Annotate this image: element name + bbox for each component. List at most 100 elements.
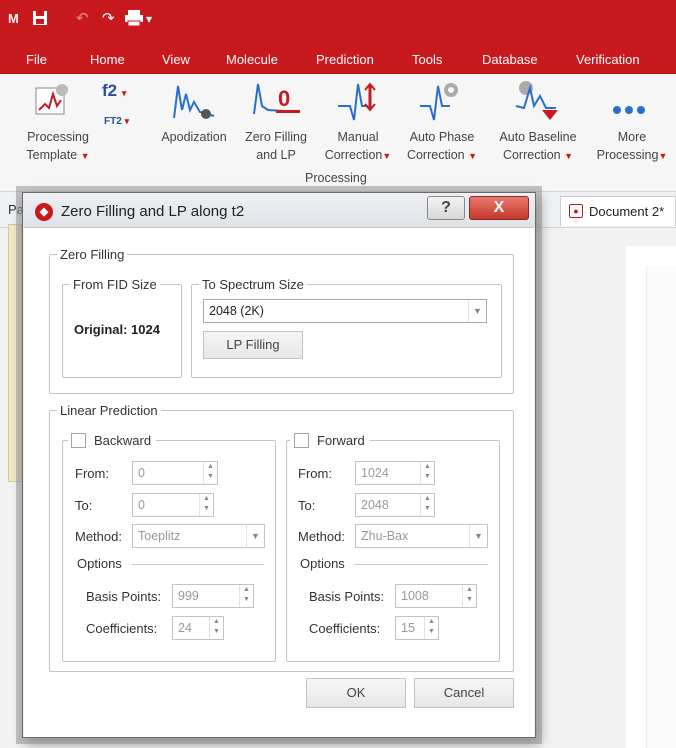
apodization-icon bbox=[172, 80, 216, 127]
quick-access-toolbar: M ↶ ↷ ▾ bbox=[0, 0, 676, 44]
spinner-icon[interactable]: ▲ ▼ bbox=[239, 585, 253, 607]
auto-phase-correction-button[interactable]: Auto Phase Correction ▼ bbox=[402, 128, 482, 165]
linear-prediction-legend: Linear Prediction bbox=[57, 403, 161, 419]
zero-filling-label-2: and LP bbox=[256, 148, 296, 162]
chevron-down-icon[interactable]: ▼ bbox=[246, 525, 264, 547]
backward-coef-input[interactable]: 24 ▲ ▼ bbox=[172, 616, 224, 640]
side-panel bbox=[8, 224, 22, 482]
zero-filling-button[interactable]: Zero Filling and LP bbox=[236, 128, 316, 164]
ribbon-group-label: Processing bbox=[305, 171, 367, 185]
f2-button[interactable]: f2 ▾ bbox=[102, 82, 126, 102]
help-button[interactable]: ? bbox=[427, 196, 465, 220]
app-icon[interactable]: M bbox=[8, 10, 19, 28]
spinner-icon[interactable]: ▲ ▼ bbox=[424, 617, 438, 639]
original-size: Original: 1024 bbox=[74, 322, 160, 337]
zero-filling-label-1: Zero Filling bbox=[245, 130, 307, 144]
menu-prediction[interactable]: Prediction bbox=[316, 52, 374, 67]
forward-coef-value: 15 bbox=[401, 621, 415, 635]
forward-checkbox[interactable] bbox=[294, 433, 309, 448]
zero-filling-icon: 0 bbox=[252, 80, 302, 127]
backward-method-select[interactable]: Toeplitz ▼ bbox=[132, 524, 265, 548]
ok-button[interactable]: OK bbox=[306, 678, 406, 708]
backward-basis-value: 999 bbox=[178, 589, 199, 603]
backward-to-input[interactable]: 0 ▲ ▼ bbox=[132, 493, 214, 517]
forward-to-input[interactable]: 2048 ▲ ▼ bbox=[355, 493, 435, 517]
menu-verification[interactable]: Verification bbox=[576, 52, 640, 67]
chevron-down-icon: ▾ bbox=[121, 88, 127, 98]
menu-file[interactable]: File bbox=[26, 52, 47, 67]
manual-correction-button[interactable]: Manual Correction▼ bbox=[316, 128, 400, 165]
customize-qat-icon[interactable]: ▾ bbox=[146, 10, 152, 28]
spinner-icon[interactable]: ▲ ▼ bbox=[209, 617, 223, 639]
chevron-down-icon: ▼ bbox=[382, 151, 392, 161]
ft2-button[interactable]: FT2 ▾ bbox=[104, 112, 129, 131]
undo-icon[interactable]: ↶ bbox=[76, 10, 89, 28]
more-processing-label-2: Processing bbox=[596, 148, 659, 162]
forward-method-select[interactable]: Zhu-Bax ▼ bbox=[355, 524, 488, 548]
backward-basis-input[interactable]: 999 ▲ ▼ bbox=[172, 584, 254, 608]
more-processing-button[interactable]: More Processing▼ bbox=[590, 128, 674, 165]
chevron-down-icon[interactable]: ▼ bbox=[468, 300, 486, 322]
menu-home[interactable]: Home bbox=[90, 52, 125, 67]
apodization-button[interactable]: Apodization bbox=[154, 128, 234, 146]
forward-coef-label: Coefficients: bbox=[309, 621, 381, 636]
chevron-down-icon[interactable]: ▼ bbox=[469, 525, 487, 547]
backward-coef-label: Coefficients: bbox=[86, 621, 158, 636]
menu-database[interactable]: Database bbox=[482, 52, 538, 67]
forward-to-value: 2048 bbox=[361, 498, 389, 512]
forward-from-value: 1024 bbox=[361, 466, 389, 480]
menu-view[interactable]: View bbox=[162, 52, 190, 67]
spinner-icon[interactable]: ▲ ▼ bbox=[203, 462, 217, 484]
backward-from-input[interactable]: 0 ▲ ▼ bbox=[132, 461, 218, 485]
forward-options-label: Options bbox=[300, 556, 345, 571]
document-icon: ● bbox=[569, 204, 583, 218]
manual-correction-label-2: Correction bbox=[324, 148, 383, 162]
menu-molecule[interactable]: Molecule bbox=[226, 52, 278, 67]
save-icon[interactable] bbox=[32, 10, 48, 31]
spinner-icon[interactable]: ▲ ▼ bbox=[199, 494, 213, 516]
print-icon[interactable] bbox=[124, 10, 144, 31]
spinner-icon[interactable]: ▲ ▼ bbox=[420, 494, 434, 516]
cancel-button[interactable]: Cancel bbox=[414, 678, 514, 708]
processing-template-button[interactable]: Processing Template ▼ bbox=[18, 128, 98, 165]
to-spectrum-legend: To Spectrum Size bbox=[199, 277, 307, 293]
redo-icon[interactable]: ↷ bbox=[102, 10, 115, 28]
options-divider bbox=[132, 564, 264, 565]
forward-basis-input[interactable]: 1008 ▲ ▼ bbox=[395, 584, 477, 608]
from-fid-legend: From FID Size bbox=[70, 277, 160, 293]
forward-from-input[interactable]: 1024 ▲ ▼ bbox=[355, 461, 435, 485]
processing-template-label-2: Template bbox=[26, 148, 78, 162]
auto-baseline-label-2: Correction bbox=[502, 148, 561, 162]
more-processing-label-1: More bbox=[617, 130, 647, 144]
lp-filling-button[interactable]: LP Filling bbox=[203, 331, 303, 359]
forward-basis-value: 1008 bbox=[401, 589, 429, 603]
backward-to-value: 0 bbox=[138, 498, 145, 512]
document-tab[interactable]: ● Document 2* bbox=[560, 196, 676, 226]
f2-label: f2 bbox=[102, 81, 118, 100]
document-tab-label: Document 2* bbox=[589, 204, 665, 219]
backward-to-label: To: bbox=[75, 498, 93, 513]
spectrum-size-value: 2048 (2K) bbox=[209, 304, 264, 318]
forward-to-label: To: bbox=[298, 498, 316, 513]
dialog-title-bar[interactable]: ◆ Zero Filling and LP along t2 ? X bbox=[23, 193, 535, 227]
backward-basis-label: Basis Points: bbox=[86, 589, 162, 604]
close-button[interactable]: X bbox=[469, 196, 529, 220]
options-divider bbox=[354, 564, 488, 565]
chevron-down-icon: ▼ bbox=[658, 151, 668, 161]
spinner-icon[interactable]: ▲ ▼ bbox=[420, 462, 434, 484]
backward-options-label: Options bbox=[77, 556, 122, 571]
auto-phase-icon bbox=[418, 80, 462, 127]
backward-from-label: From: bbox=[75, 466, 109, 481]
forward-method-label: Method: bbox=[298, 529, 345, 544]
spectrum-size-select[interactable]: 2048 (2K) ▼ bbox=[203, 299, 487, 323]
menu-tools[interactable]: Tools bbox=[412, 52, 442, 67]
spinner-icon[interactable]: ▲ ▼ bbox=[462, 585, 476, 607]
forward-label: Forward bbox=[317, 433, 365, 448]
chevron-down-icon: ▼ bbox=[468, 151, 478, 161]
auto-baseline-correction-button[interactable]: Auto Baseline Correction ▼ bbox=[490, 128, 586, 165]
auto-phase-label-2: Correction bbox=[406, 148, 465, 162]
auto-baseline-label-1: Auto Baseline bbox=[499, 130, 577, 144]
forward-coef-input[interactable]: 15 ▲ ▼ bbox=[395, 616, 439, 640]
manual-correction-icon bbox=[336, 80, 380, 127]
backward-checkbox[interactable] bbox=[71, 433, 86, 448]
